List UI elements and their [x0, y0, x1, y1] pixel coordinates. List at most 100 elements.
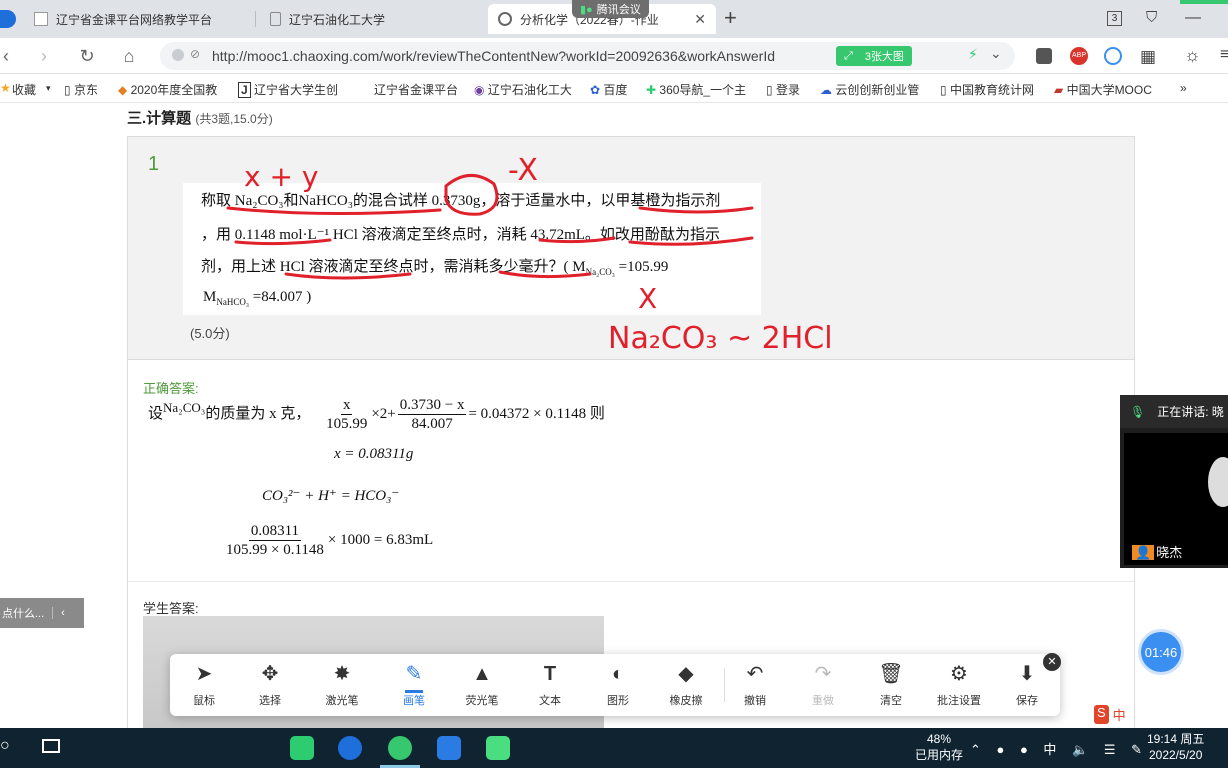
address-bar[interactable]: ⊘ http://mooc1.chaoxing.com/work/reviewT… — [160, 42, 1015, 70]
tab-label: 辽宁石油化工大学 — [289, 12, 386, 27]
chevron-down-icon[interactable]: ⌄ — [990, 45, 1002, 62]
memory-usage[interactable]: 48% 已用内存 — [915, 731, 963, 763]
section-title: 三.计算题 (共3题,15.0分) — [127, 110, 273, 127]
task-view-icon[interactable] — [42, 739, 60, 753]
tab-liaoning-platform[interactable]: 辽宁省金课平台网络教学平台 — [24, 4, 256, 34]
back-arrow-icon[interactable]: ‹ — [0, 44, 18, 68]
browser-tab-strip: 辽宁省金课平台网络教学平台 辽宁石油化工大学 分析化学（2022春）-作业 ✕ … — [0, 0, 1228, 38]
browser-logo-icon[interactable] — [0, 10, 16, 28]
video-call-panel[interactable]: 🎙 正在讲话: 晓 👤 晓杰 — [1120, 395, 1228, 568]
star-icon: ★ — [0, 81, 11, 95]
cloud-icon: ☁ — [820, 83, 836, 97]
avatar — [1208, 457, 1228, 507]
dropdown-icon[interactable]: ▾ — [46, 83, 51, 94]
extension-icon[interactable] — [1036, 48, 1052, 64]
sync-icon[interactable] — [1104, 47, 1122, 65]
close-toolbar-icon[interactable]: ✕ — [1043, 653, 1061, 671]
tool-eraser[interactable]: ◆ 橡皮擦 — [656, 662, 716, 710]
browser-app-icon[interactable] — [338, 736, 362, 760]
document-icon: ▯ — [64, 83, 74, 97]
tool-undo[interactable]: ↶ 撤销 — [725, 662, 785, 710]
annotation-toolbar: ➤ 鼠标 ✥ 选择 ✸ 激光笔 ✎ 画笔 ▲ 荧光笔 T 文本 ◐ 图形 ◆ 橡皮擦 ↶ 撤销 ↷… — [170, 654, 1060, 716]
tab-count-badge[interactable]: 3 — [1107, 11, 1122, 26]
lightning-icon[interactable]: ⚡ — [968, 46, 978, 63]
address-toolbar: ‹ › ↻ ⌂ ⊘ http://mooc1.chaoxing.com/work… — [0, 38, 1228, 74]
recording-timer[interactable]: 01:46 — [1138, 629, 1184, 675]
input-method-bar[interactable]: S 中 — [1094, 705, 1126, 724]
apps-grid-icon[interactable]: ▦ — [1140, 47, 1156, 67]
tab-lnpu[interactable]: 辽宁石油化工大学 — [260, 4, 486, 34]
search-icon[interactable]: ○ — [0, 737, 10, 755]
brightness-icon[interactable]: ☼ — [1184, 45, 1201, 66]
bookmark-jd[interactable]: ▯ 京东 — [64, 81, 98, 98]
shape-icon: ◐ — [611, 663, 625, 685]
bookmark-innovation[interactable]: J 辽宁省大学生创 — [238, 81, 338, 98]
url-text[interactable]: http://mooc1.chaoxing.com/work/reviewThe… — [212, 48, 775, 64]
tool-shape[interactable]: ◐ 图形 — [588, 662, 648, 710]
tool-pen[interactable]: ✎ 画笔 — [384, 662, 444, 710]
menu-icon[interactable]: ≡ — [1220, 46, 1228, 64]
question-score: (5.0分) — [190, 326, 230, 341]
question-card: 1 称取 Na₂CO₃和NaHCO₃的混合试样 0.3730g，溶于适量水中，以… — [127, 136, 1135, 360]
close-tab-icon[interactable]: ✕ — [694, 11, 706, 28]
bookmark-folder-favorites[interactable]: 收藏 — [12, 81, 36, 98]
answer-equation-3: CO₃²⁻ + H⁺ = HCO₃⁻ — [262, 488, 400, 504]
adblock-icon[interactable]: ABP — [1070, 47, 1088, 65]
university-seal-icon: ◉ — [474, 83, 488, 97]
side-hint-tab[interactable]: 点什么... ‹ — [0, 598, 84, 628]
participant-video[interactable]: 👤 晓杰 — [1124, 433, 1228, 565]
big-image-button[interactable]: ⤢ 3张大图 — [836, 46, 912, 66]
tool-redo[interactable]: ↷ 重做 — [793, 662, 853, 710]
tool-laser[interactable]: ✸ 激光笔 — [312, 662, 372, 710]
reload-icon[interactable]: ↻ — [75, 44, 99, 68]
answer-equation-4: 0.08311 105.99 × 0.1148 × 1000 = 6.83mL — [226, 523, 434, 558]
signal-icon: ▮● — [580, 3, 593, 16]
bookmark-edu-stats[interactable]: ▯ 中国教育统计网 — [940, 81, 1034, 98]
chevron-left-icon: ‹ — [52, 607, 65, 619]
question-text: 称取 Na₂CO₃和NaHCO₃的混合试样 0.3730g，溶于适量水中，以甲基… — [183, 183, 761, 315]
chaoxing-app-icon[interactable] — [486, 736, 510, 760]
microphone-icon: 🎙 — [1130, 404, 1146, 419]
shirt-icon[interactable]: ⛉ — [1146, 9, 1157, 26]
more-bookmarks-button[interactable]: » — [1180, 81, 1187, 95]
bookmark-golden-course[interactable]: 辽宁省金课平台 — [374, 81, 458, 98]
360-app-icon[interactable] — [388, 736, 412, 760]
settings-user-icon: ⚙ — [950, 663, 968, 685]
expand-icon: ⤢ — [844, 49, 853, 62]
tool-clear[interactable]: 🗑 清空 — [861, 662, 921, 710]
speaking-indicator: 🎙 正在讲话: 晓 — [1120, 395, 1228, 428]
bookmark-cloud[interactable]: ☁ 云创创新创业管 — [820, 81, 919, 98]
bookmark-lnpu[interactable]: ◉ 辽宁石油化工大 — [474, 81, 572, 98]
pdf-app-icon[interactable] — [290, 736, 314, 760]
page-icon — [34, 12, 48, 26]
bookmark-login[interactable]: ▯ 登录 — [766, 81, 800, 98]
bookmark-360[interactable]: ✚ 360导航_一个主 — [646, 81, 746, 98]
bookmark-2020[interactable]: ◆ 2020年度全国教 — [118, 81, 217, 98]
text-icon: T — [543, 663, 557, 685]
trash-icon: 🗑 — [878, 663, 904, 685]
question-line: 称取 Na₂CO₃和NaHCO₃的混合试样 0.3730g，溶于适量水中，以甲基… — [201, 193, 721, 209]
sogou-icon: S — [1094, 705, 1109, 724]
tool-annotation-settings[interactable]: ⚙ 批注设置 — [929, 662, 989, 710]
minimize-icon[interactable]: — — [1185, 9, 1201, 27]
site-info-icon[interactable] — [172, 49, 184, 61]
question-line: MNaHCO₃ =84.007 ) — [203, 289, 312, 307]
tool-select[interactable]: ✥ 选择 — [240, 662, 300, 710]
meeting-app-icon[interactable] — [437, 736, 461, 760]
move-icon: ✥ — [261, 663, 279, 685]
system-clock[interactable]: 19:14 周五 2022/5/20 — [1147, 731, 1204, 763]
tray-icons[interactable]: ⌃ ● ● 中 🔈 ☰ ✎ — [970, 739, 1148, 758]
bookmark-baidu[interactable]: ✿ 百度 — [590, 81, 627, 98]
forward-arrow-icon[interactable]: › — [32, 44, 56, 68]
home-icon[interactable]: ⌂ — [117, 44, 141, 68]
bookmark-icourse[interactable]: ▰ 中国大学MOOC — [1054, 81, 1152, 98]
tool-text[interactable]: T 文本 — [520, 662, 580, 710]
tab-label: 辽宁省金课平台网络教学平台 — [56, 12, 213, 27]
new-tab-button[interactable]: + — [724, 5, 737, 31]
tool-highlighter[interactable]: ▲ 荧光笔 — [452, 662, 512, 710]
speaker-name: 👤 晓杰 — [1132, 542, 1182, 561]
meeting-badge[interactable]: ▮● 腾讯会议 — [572, 0, 649, 18]
document-icon — [270, 12, 281, 26]
tool-mouse[interactable]: ➤ 鼠标 — [174, 662, 234, 710]
review-page: 三.计算题 (共3题,15.0分) 1 称取 Na₂CO₃和NaHCO₃的混合试… — [0, 104, 1228, 728]
